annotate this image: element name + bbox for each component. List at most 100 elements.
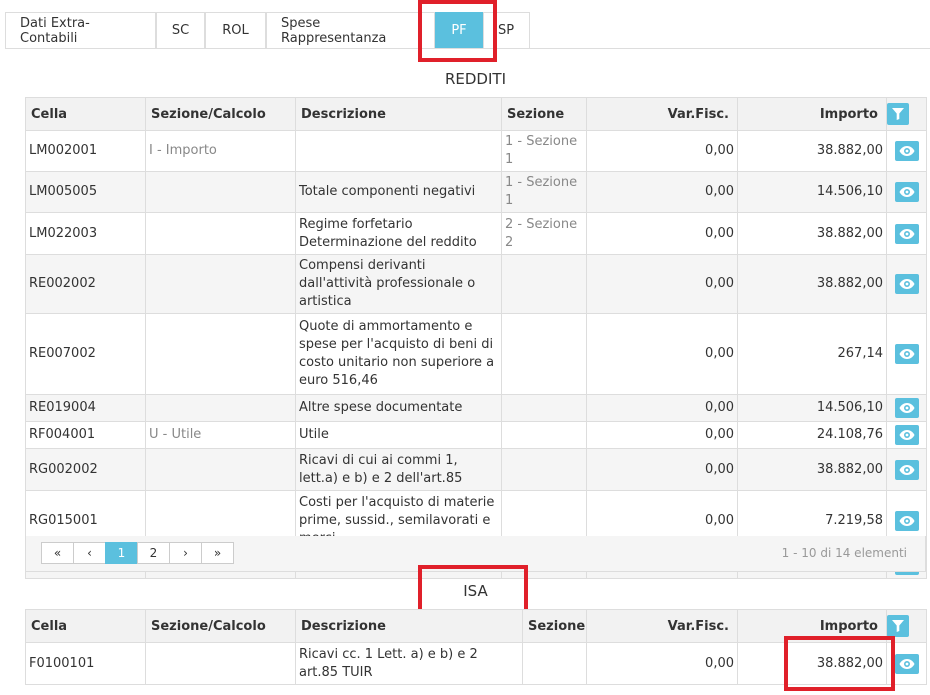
view-button[interactable] bbox=[886, 448, 927, 491]
tab-sc[interactable]: SC bbox=[156, 12, 205, 48]
cell-sezione bbox=[522, 642, 587, 685]
pager-first-button[interactable]: « bbox=[41, 542, 74, 564]
cell-importo: 267,14 bbox=[737, 313, 887, 395]
tab-dati-extra-contabili[interactable]: Dati Extra-Contabili bbox=[5, 12, 156, 48]
view-button[interactable] bbox=[886, 130, 927, 172]
cell-sezione bbox=[501, 254, 587, 314]
table-row[interactable]: LM005005 Totale componenti negativi 1 - Se… bbox=[25, 171, 927, 213]
cell-importo: 38.882,00 bbox=[737, 642, 887, 685]
view-button[interactable] bbox=[886, 642, 927, 685]
table-row[interactable]: RG002002 Ricavi di cui ai commi 1, lett.a… bbox=[25, 448, 927, 491]
filter-icon[interactable] bbox=[887, 103, 909, 125]
cell-sezione: 2 - Sezione 2 bbox=[501, 212, 587, 255]
cell-var-fisc: 0,00 bbox=[586, 421, 738, 449]
isa-filter-button[interactable] bbox=[886, 609, 927, 643]
view-button[interactable] bbox=[886, 394, 927, 422]
eye-icon[interactable] bbox=[894, 511, 919, 531]
col-header-var-fisc[interactable]: Var.Fisc. bbox=[586, 97, 738, 131]
cell-var-fisc: 0,00 bbox=[586, 171, 738, 213]
redditi-table: Cella Sezione/Calcolo Descrizione Sezion… bbox=[25, 97, 927, 579]
table-row[interactable]: RE007002 Quote di ammortamento e spese pe… bbox=[25, 313, 927, 395]
cell-cella: LM002001 bbox=[25, 130, 146, 172]
eye-icon[interactable] bbox=[894, 344, 919, 364]
col-header-descrizione[interactable]: Descrizione bbox=[295, 97, 502, 131]
cell-var-fisc: 0,00 bbox=[586, 448, 738, 491]
cell-descrizione: Altre spese documentate bbox=[295, 394, 502, 422]
filter-button[interactable] bbox=[886, 97, 927, 131]
view-button[interactable] bbox=[886, 171, 927, 213]
eye-icon[interactable] bbox=[894, 141, 919, 161]
col-header-sezione[interactable]: Sezione bbox=[501, 97, 587, 131]
eye-icon[interactable] bbox=[894, 274, 919, 294]
isa-col-header-importo[interactable]: Importo bbox=[737, 609, 887, 643]
eye-icon[interactable] bbox=[894, 223, 919, 244]
eye-icon[interactable] bbox=[894, 398, 919, 418]
eye-icon[interactable] bbox=[894, 653, 919, 674]
cell-cella: RE002002 bbox=[25, 254, 146, 314]
pager-page-2[interactable]: 2 bbox=[137, 542, 170, 564]
eye-icon[interactable] bbox=[894, 182, 919, 202]
cell-var-fisc: 0,00 bbox=[586, 642, 738, 685]
isa-table: Cella Sezione/Calcolo Descrizione Sezion… bbox=[25, 609, 927, 685]
isa-col-header-sezione[interactable]: Sezione bbox=[522, 609, 587, 643]
cell-cella: RF004001 bbox=[25, 421, 146, 449]
cell-cella: LM005005 bbox=[25, 171, 146, 213]
col-header-sezione-calcolo[interactable]: Sezione/Calcolo bbox=[145, 97, 296, 131]
eye-icon[interactable] bbox=[894, 425, 919, 445]
pager-prev-button[interactable]: ‹ bbox=[73, 542, 106, 564]
cell-descrizione: Quote di ammortamento e spese per l'acqu… bbox=[295, 313, 502, 395]
tab-pf[interactable]: PF bbox=[435, 12, 483, 48]
tab-rol[interactable]: ROL bbox=[205, 12, 266, 48]
eye-icon[interactable] bbox=[894, 459, 919, 480]
cell-var-fisc: 0,00 bbox=[586, 254, 738, 314]
cell-descrizione: Ricavi cc. 1 Lett. a) e b) e 2 art.85 TU… bbox=[295, 642, 523, 685]
tab-sp[interactable]: SP bbox=[483, 12, 530, 48]
cell-importo: 14.506,10 bbox=[737, 394, 887, 422]
cell-cella: RE007002 bbox=[25, 313, 146, 395]
cell-descrizione: Compensi derivanti dall'attività profess… bbox=[295, 254, 502, 314]
isa-col-header-cella[interactable]: Cella bbox=[25, 609, 146, 643]
table-row[interactable]: F0100101 Ricavi cc. 1 Lett. a) e b) e 2 a… bbox=[25, 642, 927, 685]
cell-sezione-calcolo bbox=[145, 448, 296, 491]
cell-sezione: 1 - Sezione 1 bbox=[501, 171, 587, 213]
view-button[interactable] bbox=[886, 254, 927, 314]
cell-sezione-calcolo: U - Utile bbox=[145, 421, 296, 449]
table-row[interactable]: RF004001 U - Utile Utile 0,00 24.108,76 bbox=[25, 421, 927, 449]
table-row[interactable]: LM002001 I - Importo 1 - Sezione 1 0,00 38.8… bbox=[25, 130, 927, 172]
pager-last-button[interactable]: » bbox=[201, 542, 234, 564]
isa-title: ISA bbox=[463, 582, 488, 600]
cell-descrizione: Utile bbox=[295, 421, 502, 449]
cell-sezione-calcolo bbox=[145, 394, 296, 422]
view-button[interactable] bbox=[886, 421, 927, 449]
cell-sezione bbox=[501, 448, 587, 491]
cell-sezione bbox=[501, 394, 587, 422]
col-header-importo[interactable]: Importo bbox=[737, 97, 887, 131]
cell-importo: 38.882,00 bbox=[737, 130, 887, 172]
cell-descrizione: Regime forfetario Determinazione del red… bbox=[295, 212, 502, 255]
cell-sezione: 1 - Sezione 1 bbox=[501, 130, 587, 172]
pager-next-button[interactable]: › bbox=[169, 542, 202, 564]
view-button[interactable] bbox=[886, 212, 927, 255]
isa-col-header-var-fisc[interactable]: Var.Fisc. bbox=[586, 609, 738, 643]
redditi-title: REDDITI bbox=[444, 70, 506, 88]
pager-page-1[interactable]: 1 bbox=[105, 542, 138, 564]
table-row[interactable]: LM022003 Regime forfetario Determinazione… bbox=[25, 212, 927, 255]
filter-icon[interactable] bbox=[887, 615, 909, 637]
cell-descrizione: Totale componenti negativi bbox=[295, 171, 502, 213]
table-row[interactable]: RE019004 Altre spese documentate 0,00 14.50… bbox=[25, 394, 927, 422]
view-button[interactable] bbox=[886, 313, 927, 395]
cell-sezione-calcolo bbox=[145, 212, 296, 255]
cell-importo: 24.108,76 bbox=[737, 421, 887, 449]
cell-sezione-calcolo bbox=[145, 313, 296, 395]
isa-col-header-sezione-calcolo[interactable]: Sezione/Calcolo bbox=[145, 609, 296, 643]
cell-importo: 14.506,10 bbox=[737, 171, 887, 213]
table-row[interactable]: RE002002 Compensi derivanti dall'attività… bbox=[25, 254, 927, 314]
cell-sezione-calcolo: I - Importo bbox=[145, 130, 296, 172]
tab-spese-rappresentanza[interactable]: Spese Rappresentanza bbox=[266, 12, 435, 48]
tab-bar: Dati Extra-Contabili SC ROL Spese Rappre… bbox=[5, 12, 530, 49]
cell-sezione bbox=[501, 313, 587, 395]
isa-col-header-descrizione[interactable]: Descrizione bbox=[295, 609, 523, 643]
cell-cella: RE019004 bbox=[25, 394, 146, 422]
cell-cella: RG002002 bbox=[25, 448, 146, 491]
col-header-cella[interactable]: Cella bbox=[25, 97, 146, 131]
